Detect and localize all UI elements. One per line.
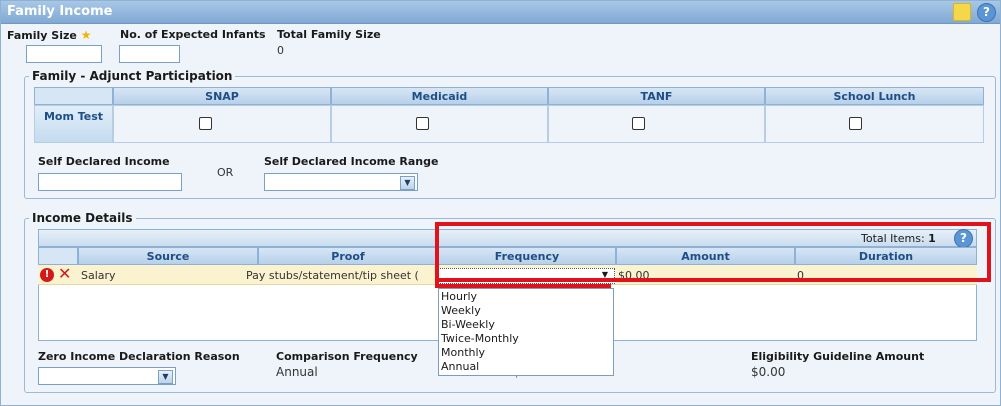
highlight-box-extension xyxy=(435,222,611,288)
eligibility-guideline-label: Eligibility Guideline Amount xyxy=(751,350,925,363)
cell-tanf xyxy=(548,105,765,143)
row-label-mom-test: Mom Test xyxy=(34,105,113,143)
frequency-option-twice-monthly[interactable]: Twice-Monthly xyxy=(441,332,611,346)
cell-snap xyxy=(113,105,331,143)
expected-infants-input[interactable] xyxy=(119,45,180,63)
infants-label: No. of Expected Infants xyxy=(120,28,266,41)
cell-school-lunch xyxy=(765,105,984,143)
eligibility-guideline-value: $0.00 xyxy=(751,365,786,379)
frequency-option-weekly[interactable]: Weekly xyxy=(441,304,611,318)
total-family-size-label: Total Family Size xyxy=(277,28,381,41)
help-icon[interactable]: ? xyxy=(977,3,996,22)
col-snap: SNAP xyxy=(113,87,331,105)
grid-corner xyxy=(34,87,113,105)
delete-icon[interactable]: ✕ xyxy=(58,264,71,283)
col-source[interactable]: Source xyxy=(78,247,258,265)
family-size-input[interactable] xyxy=(26,45,102,63)
snap-checkbox[interactable] xyxy=(199,117,212,130)
zero-income-reason-label: Zero Income Declaration Reason xyxy=(38,350,240,363)
col-tanf: TANF xyxy=(548,87,765,105)
frequency-option-hourly[interactable]: Hourly xyxy=(441,290,611,304)
col-school-lunch: School Lunch xyxy=(765,87,984,105)
frequency-option-monthly[interactable]: Monthly xyxy=(441,346,611,360)
zero-income-reason-dropdown[interactable]: ▼ xyxy=(38,367,176,385)
frequency-options-list: Hourly Weekly Bi-Weekly Twice-Monthly Mo… xyxy=(438,288,614,376)
income-details-legend: Income Details xyxy=(32,211,133,225)
family-income-panel: Family Income ? Family Size ★ No. of Exp… xyxy=(0,0,1001,406)
chevron-down-icon[interactable]: ▼ xyxy=(158,370,173,384)
income-range-dropdown[interactable]: ▼ xyxy=(264,173,418,191)
comparison-frequency-label: Comparison Frequency xyxy=(276,350,418,363)
frequency-option-bi-weekly[interactable]: Bi-Weekly xyxy=(441,318,611,332)
chevron-down-icon[interactable]: ▼ xyxy=(400,176,415,190)
adjunct-legend: Family - Adjunct Participation xyxy=(32,69,233,83)
self-declared-income-label: Self Declared Income xyxy=(38,155,170,168)
frequency-option-annual[interactable]: Annual xyxy=(441,360,611,374)
family-size-label: Family Size ★ xyxy=(7,28,92,42)
comparison-frequency-value: Annual xyxy=(276,365,318,379)
error-icon: ! xyxy=(40,268,54,282)
self-declared-income-input[interactable] xyxy=(38,173,182,191)
note-icon[interactable] xyxy=(953,3,971,21)
school-lunch-checkbox[interactable] xyxy=(849,117,862,130)
row-proof: Pay stubs/statement/tip sheet ( xyxy=(246,269,419,282)
required-star-icon: ★ xyxy=(80,28,92,42)
income-range-label: Self Declared Income Range xyxy=(264,155,439,168)
panel-titlebar: Family Income ? xyxy=(1,1,1000,24)
total-family-size-value: 0 xyxy=(277,44,284,57)
cell-medicaid xyxy=(331,105,548,143)
medicaid-checkbox[interactable] xyxy=(416,117,429,130)
tanf-checkbox[interactable] xyxy=(632,117,645,130)
or-label: OR xyxy=(217,166,234,179)
grid-action-col xyxy=(38,247,78,265)
row-source: Salary xyxy=(81,269,116,282)
panel-title: Family Income xyxy=(7,4,113,19)
col-medicaid: Medicaid xyxy=(331,87,548,105)
col-proof[interactable]: Proof xyxy=(258,247,438,265)
